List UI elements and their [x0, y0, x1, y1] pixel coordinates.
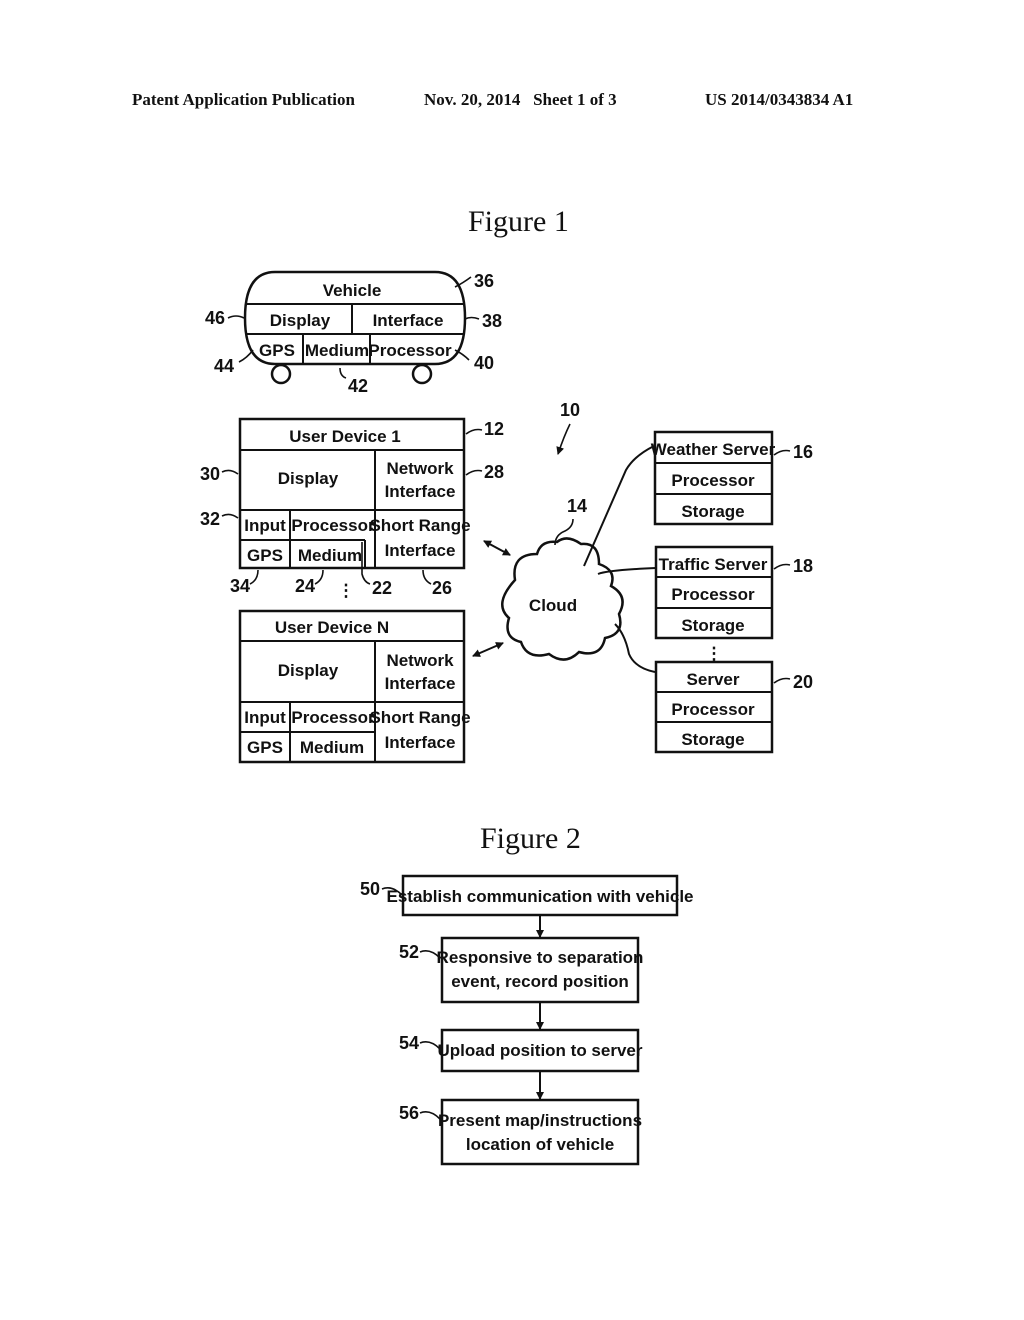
- ref-16: 16: [793, 442, 813, 462]
- bidirectional-arrow-icon: [472, 642, 504, 657]
- server-storage: Storage: [681, 730, 744, 749]
- vehicle-block: Vehicle Display Interface GPS Medium Pro…: [205, 270, 502, 396]
- flow-step-56: Present map/instructions location of veh…: [399, 1098, 642, 1166]
- ref-30: 30: [200, 464, 220, 484]
- traffic-server-block: Traffic Server Processor Storage 18: [654, 545, 813, 640]
- ref-42: 42: [348, 376, 368, 396]
- ref-52: 52: [399, 942, 419, 962]
- weather-server-storage: Storage: [681, 502, 744, 521]
- ref-26: 26: [432, 578, 452, 598]
- ref-44: 44: [214, 356, 234, 376]
- ud1-short-range-line1: Short Range: [369, 516, 470, 535]
- weather-server-title: Weather Server: [651, 440, 776, 459]
- ref-54: 54: [399, 1033, 419, 1053]
- bidirectional-arrow-icon: [483, 540, 511, 556]
- vehicle-title: Vehicle: [323, 281, 382, 300]
- ref-40: 40: [474, 353, 494, 373]
- step-56-line2: location of vehicle: [466, 1135, 614, 1154]
- user-device-n-block: User Device N Display Network Interface …: [238, 609, 471, 764]
- weather-server-block: Weather Server Processor Storage 16: [651, 430, 813, 526]
- user-device-1-block: User Device 1 Display Network Interface …: [200, 417, 504, 598]
- udn-title: User Device N: [275, 618, 389, 637]
- ref-46: 46: [205, 308, 225, 328]
- vehicle-wheel-icon: [411, 363, 433, 385]
- ref-34: 34: [230, 576, 250, 596]
- step-54-text: Upload position to server: [438, 1041, 643, 1060]
- ref-38: 38: [482, 311, 502, 331]
- server-ellipsis: ⋮: [706, 644, 723, 663]
- ref-10: 10: [560, 400, 580, 420]
- udn-input: Input: [244, 708, 286, 727]
- udn-short-range-line1: Short Range: [369, 708, 470, 727]
- step-56-line1: Present map/instructions: [438, 1111, 642, 1130]
- patent-drawing: Vehicle Display Interface GPS Medium Pro…: [200, 270, 813, 1166]
- ref-22: 22: [372, 578, 392, 598]
- vehicle-interface: Interface: [373, 311, 444, 330]
- udn-display: Display: [278, 661, 339, 680]
- ud1-title: User Device 1: [289, 427, 401, 446]
- ref-56: 56: [399, 1103, 419, 1123]
- udn-medium: Medium: [300, 738, 364, 757]
- weather-server-processor: Processor: [671, 471, 755, 490]
- ref-12: 12: [484, 419, 504, 439]
- traffic-server-storage: Storage: [681, 616, 744, 635]
- ref-18: 18: [793, 556, 813, 576]
- cloud-label: Cloud: [529, 596, 577, 615]
- ref-50: 50: [360, 879, 380, 899]
- ud1-input: Input: [244, 516, 286, 535]
- ref-36: 36: [474, 271, 494, 291]
- device-ellipsis: ⋮: [338, 581, 355, 600]
- ud1-medium: Medium: [298, 546, 362, 565]
- udn-processor: Processor: [291, 708, 375, 727]
- ref-24: 24: [295, 576, 315, 596]
- vehicle-gps: GPS: [259, 341, 295, 360]
- ref-32: 32: [200, 509, 220, 529]
- traffic-server-title: Traffic Server: [659, 555, 768, 574]
- ud1-display: Display: [278, 469, 339, 488]
- ud1-gps: GPS: [247, 546, 283, 565]
- udn-gps: GPS: [247, 738, 283, 757]
- traffic-server-processor: Processor: [671, 585, 755, 604]
- ud1-processor: Processor: [291, 516, 375, 535]
- ref-20: 20: [793, 672, 813, 692]
- flow-step-52: Responsive to separation event, record p…: [399, 936, 644, 1004]
- udn-short-range-line2: Interface: [385, 733, 456, 752]
- udn-network-line1: Network: [386, 651, 454, 670]
- vehicle-wheel-icon: [270, 363, 292, 385]
- server-processor: Processor: [671, 700, 755, 719]
- ref-14: 14: [567, 496, 587, 516]
- step-52-line2: event, record position: [451, 972, 629, 991]
- vehicle-display: Display: [270, 311, 331, 330]
- server-title: Server: [687, 670, 740, 689]
- step-52-line1: Responsive to separation: [437, 948, 644, 967]
- ref-28: 28: [484, 462, 504, 482]
- udn-network-line2: Interface: [385, 674, 456, 693]
- step-50-text: Establish communication with vehicle: [386, 887, 693, 906]
- ud1-network-line1: Network: [386, 459, 454, 478]
- ud1-network-line2: Interface: [385, 482, 456, 501]
- server-block: Server Processor Storage 20: [654, 660, 813, 754]
- vehicle-processor: Processor: [368, 341, 452, 360]
- vehicle-medium: Medium: [305, 341, 369, 360]
- flow-step-54: Upload position to server 54: [399, 1028, 643, 1073]
- flow-step-50: Establish communication with vehicle 50: [360, 874, 694, 917]
- ud1-short-range-line2: Interface: [385, 541, 456, 560]
